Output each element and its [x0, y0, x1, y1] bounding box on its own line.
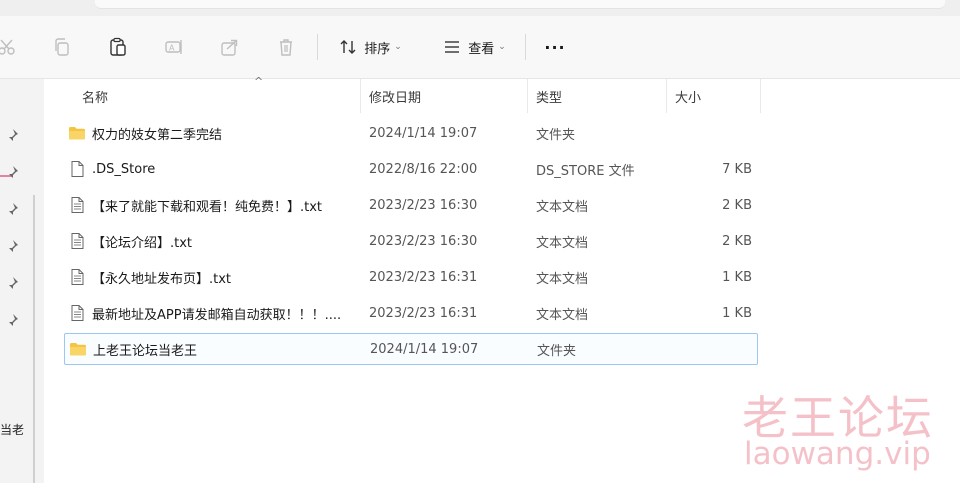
- file-size: 1 KB: [722, 269, 752, 285]
- chevron-down-icon: ⌄: [394, 42, 402, 52]
- column-header-name[interactable]: 名称: [82, 79, 358, 113]
- view-list-icon: [445, 41, 460, 53]
- file-name-cell[interactable]: 【来了就能下载和观看！纯免费！】.txt: [68, 190, 360, 220]
- column-divider[interactable]: [360, 79, 361, 113]
- folder-icon: [69, 340, 93, 358]
- view-button[interactable]: 查看 ⌄: [432, 16, 516, 78]
- paste-button[interactable]: [104, 16, 132, 78]
- column-header-type[interactable]: 类型: [536, 79, 666, 113]
- file-size: [672, 118, 752, 148]
- sidebar-scrollbar[interactable]: [33, 195, 35, 483]
- file-name: 最新地址及APP请发邮箱自动获取！！！....: [92, 307, 342, 323]
- pin-icon[interactable]: [5, 276, 19, 290]
- file-modified: 2023/2/23 16:30: [369, 233, 478, 249]
- pin-icon[interactable]: [5, 128, 19, 142]
- file-name-cell[interactable]: 【论坛介绍】.txt: [68, 226, 360, 256]
- file-type: DS_STORE 文件: [536, 163, 635, 179]
- pin-icon[interactable]: [5, 239, 19, 253]
- text-file-icon: [68, 304, 92, 322]
- column-divider[interactable]: [760, 79, 761, 113]
- command-bar: A 排序 ⌄ 查看 ⌄ ···: [0, 16, 960, 79]
- file-type: 文件夹: [536, 127, 576, 143]
- toolbar-separator: [317, 34, 318, 60]
- column-divider[interactable]: [527, 79, 528, 113]
- rename-icon: A: [165, 40, 182, 54]
- file-name: 权力的妓女第二季完结: [92, 127, 223, 143]
- folder-icon: [68, 124, 92, 142]
- file-modified: 2023/2/23 16:31: [369, 269, 478, 285]
- pin-icon[interactable]: [5, 165, 19, 179]
- share-icon: [221, 39, 238, 56]
- sort-button[interactable]: 排序 ⌄: [330, 16, 410, 78]
- column-header-label: 修改日期: [369, 90, 422, 106]
- trash-icon: [280, 39, 292, 56]
- file-size: 2 KB: [722, 233, 752, 249]
- text-file-icon: [68, 268, 92, 286]
- address-bar[interactable]: [95, 0, 945, 9]
- column-divider[interactable]: [666, 79, 667, 113]
- file-row[interactable]: 【论坛介绍】.txt 2023/2/23 16:30 文本文档 2 KB: [64, 226, 756, 256]
- file-icon: [68, 160, 92, 178]
- more-options-button[interactable]: ···: [538, 16, 572, 78]
- watermark-url: laowang.vip: [744, 436, 931, 472]
- chevron-down-icon: ⌄: [498, 42, 506, 52]
- file-name: 上老王论坛当老王: [93, 343, 198, 359]
- copy-icon: [55, 38, 69, 56]
- column-header-label: 名称: [82, 90, 109, 106]
- file-name: 【论坛介绍】.txt: [92, 235, 193, 251]
- file-type: 文本文档: [536, 271, 589, 287]
- rename-button[interactable]: A: [160, 16, 188, 78]
- column-header-label: 类型: [536, 90, 563, 106]
- cut-button[interactable]: [0, 16, 22, 78]
- copy-button[interactable]: [48, 16, 76, 78]
- text-file-icon: [68, 196, 92, 214]
- pin-icon[interactable]: [5, 202, 19, 216]
- file-modified: 2022/8/16 22:00: [369, 161, 478, 177]
- toolbar-separator: [525, 34, 526, 60]
- file-modified: 2024/1/14 19:07: [370, 341, 479, 357]
- file-name-cell[interactable]: 最新地址及APP请发邮箱自动获取！！！....: [68, 298, 360, 328]
- file-name-cell[interactable]: 上老王论坛当老王: [69, 334, 361, 364]
- column-header-label: 大小: [675, 90, 702, 106]
- file-row[interactable]: 上老王论坛当老王 2024/1/14 19:07 文件夹: [64, 333, 758, 365]
- sidebar-item-label[interactable]: 当老: [0, 421, 24, 438]
- scissors-icon: [0, 39, 15, 55]
- file-name-cell[interactable]: .DS_Store: [68, 154, 360, 184]
- file-modified: 2024/1/14 19:07: [369, 125, 478, 141]
- sort-icon: [340, 40, 356, 54]
- file-size: [673, 334, 753, 364]
- file-name-cell[interactable]: 【永久地址发布页】.txt: [68, 262, 360, 292]
- file-row[interactable]: 【永久地址发布页】.txt 2023/2/23 16:31 文本文档 1 KB: [64, 262, 756, 292]
- file-row[interactable]: 权力的妓女第二季完结 2024/1/14 19:07 文件夹: [64, 118, 756, 148]
- file-type: 文本文档: [536, 307, 589, 323]
- delete-button[interactable]: [272, 16, 300, 78]
- file-row[interactable]: 【来了就能下载和观看！纯免费！】.txt 2023/2/23 16:30 文本文档 2…: [64, 190, 756, 220]
- file-row[interactable]: 最新地址及APP请发邮箱自动获取！！！.... 2023/2/23 16:31 文本…: [64, 298, 756, 328]
- file-size: 1 KB: [722, 305, 752, 321]
- file-name-cell[interactable]: 权力的妓女第二季完结: [68, 118, 360, 148]
- text-file-icon: [68, 232, 92, 250]
- svg-text:A: A: [169, 44, 175, 53]
- file-row[interactable]: .DS_Store 2022/8/16 22:00 DS_STORE 文件 7 KB: [64, 154, 756, 184]
- file-size: 7 KB: [722, 161, 752, 177]
- title-strip: [0, 0, 960, 16]
- file-modified: 2023/2/23 16:30: [369, 197, 478, 213]
- file-size: 2 KB: [722, 197, 752, 213]
- file-type: 文本文档: [536, 199, 589, 215]
- file-type: 文件夹: [537, 343, 577, 359]
- pin-icon[interactable]: [5, 313, 19, 327]
- file-name: 【永久地址发布页】.txt: [92, 271, 232, 287]
- view-label: 查看: [468, 41, 495, 57]
- column-header-modified[interactable]: 修改日期: [369, 79, 524, 113]
- share-button[interactable]: [216, 16, 244, 78]
- file-type: 文本文档: [536, 235, 589, 251]
- clipboard-icon: [110, 37, 126, 56]
- file-modified: 2023/2/23 16:31: [369, 305, 478, 321]
- sort-label: 排序: [364, 41, 391, 57]
- column-header-size[interactable]: 大小: [675, 79, 755, 113]
- more-icon: ···: [544, 37, 566, 57]
- file-name: .DS_Store: [92, 161, 156, 177]
- file-name: 【来了就能下载和观看！纯免费！】.txt: [92, 199, 323, 215]
